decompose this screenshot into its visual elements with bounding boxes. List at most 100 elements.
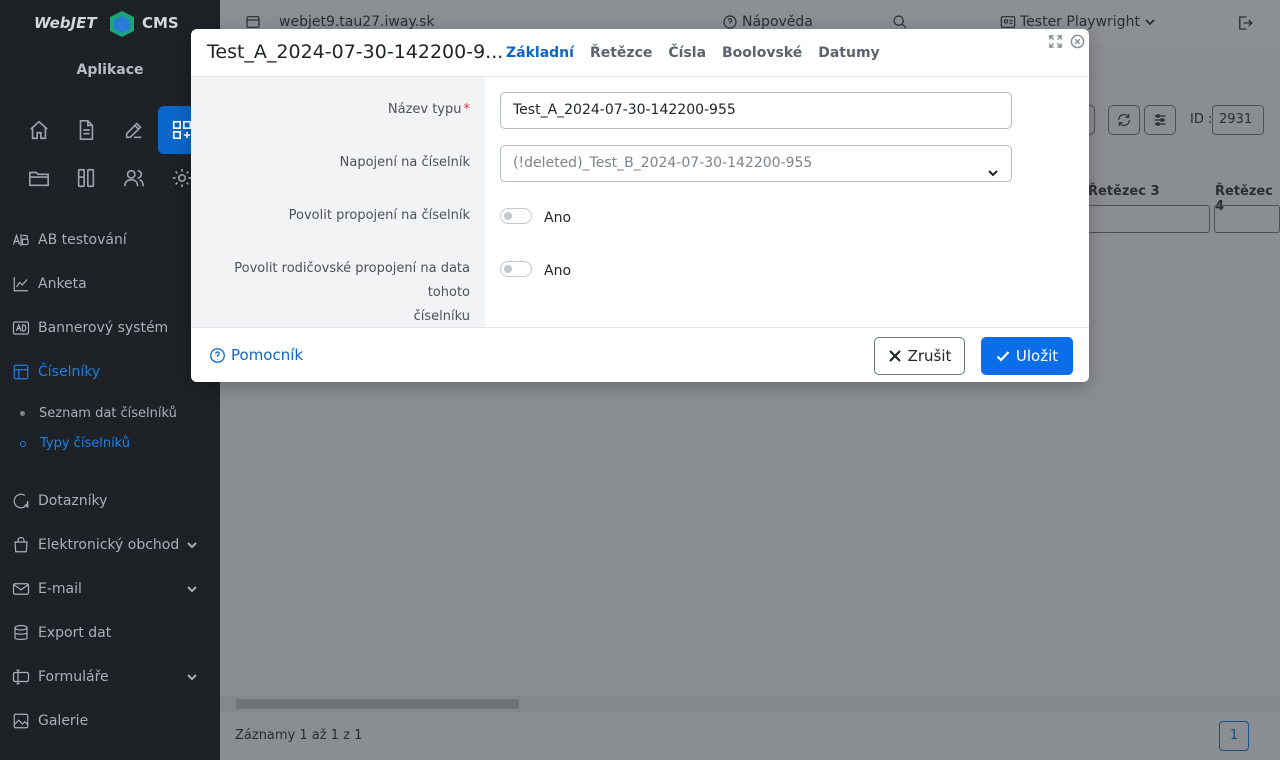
- required-marker: *: [463, 102, 471, 117]
- edit-dialog: Test_A_2024-07-30-142200-9... Základní Ř…: [191, 29, 1089, 382]
- records-info: Záznamy 1 až 1 z 1: [235, 728, 363, 743]
- nav-item-ab-testing[interactable]: AB testování: [12, 228, 212, 252]
- dialog-title: Test_A_2024-07-30-142200-9...: [207, 41, 504, 63]
- labels-column: Název typu * Napojení na číselník Povolit…: [191, 77, 485, 327]
- help-link[interactable]: Nápověda: [722, 14, 813, 30]
- tab-strings[interactable]: Řetězce: [590, 45, 652, 61]
- dialog-body: Název typu * Napojení na číselník Povolit…: [191, 77, 1089, 327]
- domain-selector[interactable]: webjet9.tau27.iway.sk: [245, 14, 435, 30]
- sub-item-label: Seznam dat číselníků: [39, 406, 177, 421]
- scrollbar-thumb[interactable]: [236, 699, 519, 709]
- help-icon: [723, 15, 737, 29]
- bullet-icon: [20, 411, 25, 416]
- bullet-icon: [20, 440, 26, 447]
- image-icon: [12, 712, 34, 730]
- select-value: (!deleted)_Test_B_2024-07-30-142200-955: [513, 155, 813, 171]
- nav-item-data-export[interactable]: Export dat: [12, 621, 212, 645]
- nav-item-email[interactable]: E-mail: [12, 577, 212, 601]
- tab-basic[interactable]: Základní: [506, 45, 574, 61]
- table-icon: [12, 363, 34, 381]
- search-button[interactable]: [892, 14, 908, 30]
- edit-icon[interactable]: [110, 106, 158, 154]
- sub-item-codebook-types[interactable]: Typy číselníků: [20, 436, 130, 451]
- pagination-page[interactable]: 1: [1219, 721, 1249, 751]
- nav-item-label: E-mail: [38, 581, 82, 597]
- cancel-label: Zrušit: [907, 347, 952, 365]
- dialog-controls: [1047, 33, 1085, 49]
- chevron-down-icon: [186, 539, 198, 551]
- sub-item-codebook-data[interactable]: Seznam dat číselníků: [20, 406, 177, 421]
- folder-icon[interactable]: [15, 154, 63, 202]
- chevron-down-icon: [186, 583, 198, 595]
- id-label: ID :: [1190, 112, 1213, 127]
- bag-icon: [12, 536, 34, 554]
- tab-booleans[interactable]: Boolovské: [722, 45, 802, 61]
- document-icon[interactable]: [62, 106, 110, 154]
- nav-item-questionnaires[interactable]: Dotazníky: [12, 489, 212, 513]
- ab-icon: [12, 231, 34, 249]
- helper-text: Pomocník: [231, 346, 304, 364]
- codebook-link-select[interactable]: (!deleted)_Test_B_2024-07-30-142200-955: [500, 145, 1012, 182]
- nav-item-banners[interactable]: Bannerový systém: [12, 316, 212, 340]
- nav-item-label: AB testování: [38, 232, 127, 248]
- tab-numbers[interactable]: Čísla: [668, 45, 706, 61]
- logout-button[interactable]: [1236, 14, 1254, 32]
- sub-item-label: Typy číselníků: [40, 436, 131, 451]
- nav-item-label: Export dat: [38, 625, 112, 641]
- svg-text:WebJET: WebJET: [34, 14, 98, 32]
- toggle-knob: [504, 212, 512, 220]
- nav-item-label: Číselníky: [38, 364, 101, 380]
- chart-icon: [12, 275, 34, 293]
- helper-link[interactable]: Pomocník: [209, 346, 303, 364]
- nav-item-codebooks[interactable]: Číselníky: [12, 360, 212, 384]
- webjet-logo: WebJET CMS: [34, 11, 179, 37]
- allow-parent-label: Povolit rodičovské propojení na data toh…: [234, 261, 470, 324]
- nav-item-label: Elektronický obchod: [38, 537, 180, 553]
- domain-text: webjet9.tau27.iway.sk: [279, 14, 435, 30]
- users-icon[interactable]: [110, 154, 158, 202]
- horizontal-scrollbar[interactable]: [220, 696, 1280, 712]
- dialog-header: Test_A_2024-07-30-142200-9... Základní Ř…: [191, 29, 1089, 77]
- allow-link-text: Ano: [544, 210, 572, 226]
- dialog-footer: Pomocník Zrušit Uložit: [191, 327, 1089, 382]
- svg-text:CMS: CMS: [142, 14, 179, 32]
- refresh-icon: [1118, 113, 1130, 127]
- cancel-button[interactable]: Zrušit: [874, 337, 965, 375]
- close-icon: [888, 350, 901, 362]
- form-icon: [12, 668, 34, 686]
- tab-dates[interactable]: Datumy: [818, 45, 879, 61]
- type-name-input[interactable]: Test_A_2024-07-30-142200-955: [500, 92, 1012, 129]
- column-header[interactable]: Řetězec 3: [1088, 184, 1160, 199]
- column-filter-input[interactable]: [1214, 205, 1280, 233]
- save-label: Uložit: [1015, 347, 1059, 365]
- nav-item-forms[interactable]: Formuláře: [12, 665, 212, 689]
- allow-parent-toggle[interactable]: [500, 261, 532, 277]
- nav-item-poll[interactable]: Anketa: [12, 272, 212, 296]
- refresh-button[interactable]: [1108, 105, 1140, 135]
- chevron-down-icon: [1145, 19, 1155, 26]
- type-name-label: Název typu *: [387, 102, 471, 117]
- columns-icon[interactable]: [62, 154, 110, 202]
- help-text: Nápověda: [742, 14, 813, 30]
- search-icon: [893, 15, 907, 29]
- allow-link-toggle[interactable]: [500, 208, 532, 224]
- nav-item-label: Formuláře: [38, 669, 109, 685]
- settings-button[interactable]: [1144, 105, 1176, 135]
- nav-item-gallery[interactable]: Galerie: [12, 709, 212, 733]
- user-menu[interactable]: Tester Playwright: [1000, 14, 1156, 30]
- id-input[interactable]: 2931: [1212, 105, 1264, 135]
- help-icon: [210, 347, 225, 363]
- allow-parent-text: Ano: [544, 263, 572, 279]
- nav-item-label: Dotazníky: [38, 493, 108, 509]
- maximize-icon[interactable]: [1047, 33, 1063, 49]
- nav-item-eshop[interactable]: Elektronický obchod: [12, 533, 212, 557]
- nav-item-label: Bannerový systém: [38, 320, 169, 336]
- logout-icon: [1239, 16, 1253, 30]
- column-filter-input[interactable]: [1080, 205, 1210, 233]
- user-card-icon: [1000, 16, 1016, 28]
- save-button[interactable]: Uložit: [981, 337, 1073, 375]
- mail-icon: [12, 580, 34, 598]
- home-icon[interactable]: [15, 106, 63, 154]
- chat-icon: [12, 492, 34, 510]
- close-icon[interactable]: [1069, 33, 1085, 49]
